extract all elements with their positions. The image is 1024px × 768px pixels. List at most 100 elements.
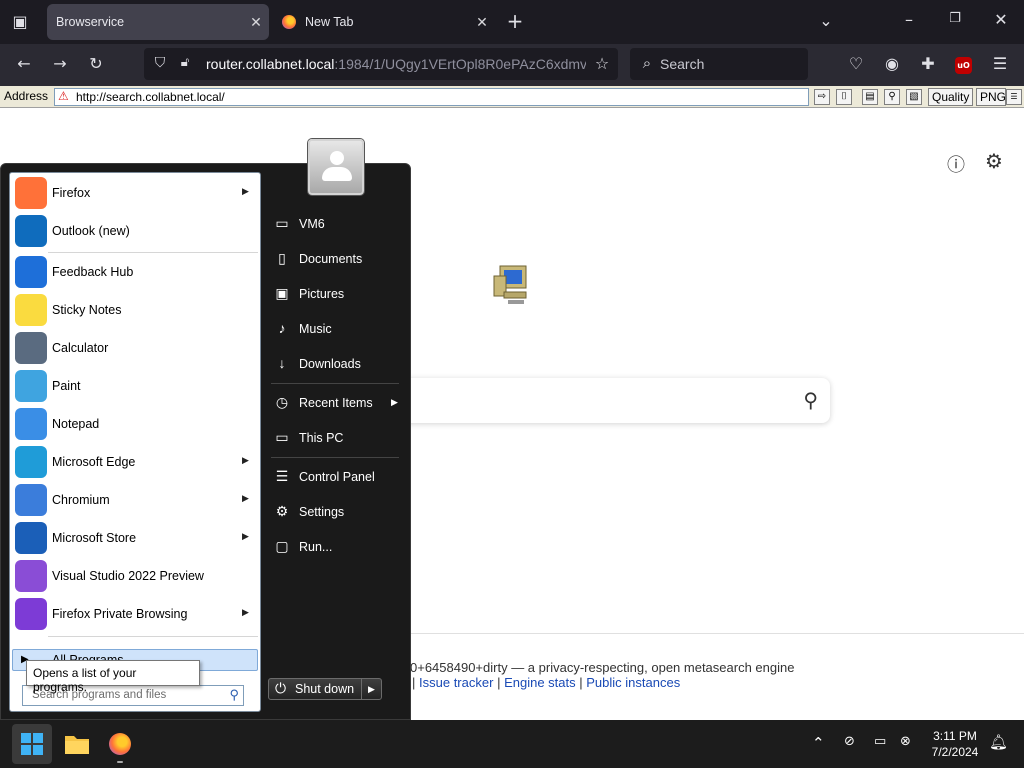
tab-list-icon[interactable]: ▣ <box>8 12 32 31</box>
extensions-icon[interactable]: ✚ <box>916 54 940 73</box>
settings-icon: ⚙ <box>275 503 289 519</box>
visual-studio-icon <box>15 560 47 592</box>
place-item[interactable]: ☰ Control Panel <box>269 463 404 491</box>
search-icon[interactable]: ⚲ <box>803 388 818 412</box>
account-icon[interactable]: ◉ <box>880 54 904 73</box>
user-avatar[interactable] <box>308 139 364 195</box>
search-input[interactable]: ⚲ <box>395 378 830 423</box>
submenu-arrow-icon[interactable]: ▶ <box>242 186 249 197</box>
format-select[interactable]: PNG <box>976 88 1006 106</box>
place-label: Run... <box>299 540 333 554</box>
program-label: Paint <box>52 379 81 393</box>
computer-logo-icon <box>492 262 532 308</box>
public-instances-link[interactable]: Public instances <box>586 675 680 690</box>
tab-label: Browservice <box>56 15 125 29</box>
submenu-arrow-icon[interactable]: ▶ <box>242 531 249 542</box>
star-icon[interactable]: ☆ <box>590 54 614 73</box>
display-icon[interactable]: ▭ <box>874 734 886 749</box>
tab-browservice[interactable]: Browservice ✕ <box>47 4 269 40</box>
program-item[interactable]: Feedback Hub <box>10 253 260 291</box>
bookmark-icon[interactable]: ⌷ <box>836 89 852 105</box>
documents-icon: ▯ <box>278 250 286 266</box>
place-item[interactable]: ↓ Downloads <box>269 350 404 378</box>
settings-gear-icon[interactable]: ⚙ <box>985 149 1003 173</box>
tab-overflow-icon[interactable]: ⌄ <box>814 11 838 30</box>
submenu-arrow-icon[interactable]: ▶ <box>242 455 249 466</box>
program-item[interactable]: Firefox Private Browsing ▶ <box>10 595 260 633</box>
place-item[interactable]: ▭ VM6 <box>269 210 404 238</box>
program-item[interactable]: Paint <box>10 367 260 405</box>
tray-overflow-icon[interactable]: ⌃ <box>812 734 825 752</box>
clipboard-icon[interactable]: ▤ <box>862 89 878 105</box>
footer-version: 0+6458490+dirty — a privacy-respecting, … <box>410 660 795 675</box>
shutdown-options-arrow-icon[interactable]: ▶ <box>361 679 381 699</box>
place-item[interactable]: ▢ Run... <box>269 533 404 561</box>
lock-icon[interactable]: 🔓︎ <box>176 55 194 70</box>
firefox-button[interactable] <box>100 724 140 764</box>
run-icon: ▢ <box>275 538 289 554</box>
find-icon[interactable]: ⚲ <box>884 89 900 105</box>
place-item[interactable]: ⚙ Settings <box>269 498 404 526</box>
paste-icon[interactable]: ▧ <box>906 89 922 105</box>
notification-bell-icon[interactable]: 🔔︎ <box>989 733 1008 751</box>
search-bar[interactable]: ⌕ Search <box>630 48 808 80</box>
place-item[interactable]: ▯ Documents <box>269 245 404 273</box>
submenu-arrow-icon[interactable]: ▶ <box>242 607 249 618</box>
close-icon[interactable]: ✕ <box>469 14 495 31</box>
network-off-icon[interactable]: ⊘ <box>844 734 855 749</box>
shield-icon[interactable]: ⛉ <box>150 55 170 71</box>
tab-label: New Tab <box>305 15 354 29</box>
restore-icon[interactable]: ❐ <box>943 11 967 26</box>
close-icon[interactable]: ✕ <box>243 14 269 31</box>
address-value: http://search.collabnet.local/ <box>76 90 225 104</box>
submenu-arrow-icon[interactable]: ▶ <box>391 397 398 408</box>
program-item[interactable]: Notepad <box>10 405 260 443</box>
footer-divider <box>410 633 1024 634</box>
clock[interactable]: 3:11 PM 7/2/2024 <box>920 728 990 760</box>
issue-tracker-link[interactable]: Issue tracker <box>419 675 493 690</box>
pocket-icon[interactable]: ♡ <box>844 54 868 73</box>
program-item[interactable]: Visual Studio 2022 Preview <box>10 557 260 595</box>
ublock-icon[interactable]: uO <box>955 57 972 74</box>
start-button[interactable] <box>12 724 52 764</box>
program-item[interactable]: Sticky Notes <box>10 291 260 329</box>
place-item[interactable]: ◷ Recent Items ▶ <box>269 389 404 417</box>
navigation-toolbar: ← → ↻ ⛉ 🔓︎ router.collabnet.local:1984/1… <box>0 44 1024 86</box>
forward-icon[interactable]: → <box>48 54 72 73</box>
program-item[interactable]: Calculator <box>10 329 260 367</box>
shutdown-button[interactable]: ⏻ Shut down ▶ <box>268 678 382 700</box>
folder-icon <box>65 736 89 754</box>
place-item[interactable]: ▭ This PC <box>269 424 404 452</box>
window-close-icon[interactable]: ✕ <box>989 10 1013 29</box>
search-icon: ⚲ <box>229 687 239 702</box>
url-bar[interactable]: ⛉ 🔓︎ router.collabnet.local:1984/1/UQgy1… <box>144 48 618 80</box>
submenu-arrow-icon[interactable]: ▶ <box>242 493 249 504</box>
info-icon[interactable]: ⓘ <box>947 151 965 177</box>
tab-new-tab[interactable]: New Tab ✕ <box>273 4 495 40</box>
clock-time: 3:11 PM <box>933 729 977 743</box>
address-label: Address <box>4 89 49 103</box>
reload-icon[interactable]: ↻ <box>84 54 108 73</box>
program-item[interactable]: Chromium ▶ <box>10 481 260 519</box>
quality-button[interactable]: Quality <box>928 88 974 106</box>
minimize-icon[interactable]: – <box>897 10 921 29</box>
place-item[interactable]: ▣ Pictures <box>269 280 404 308</box>
program-label: Firefox <box>52 186 91 200</box>
program-item[interactable]: Outlook (new) <box>10 212 260 250</box>
program-item[interactable]: Firefox ▶ <box>10 174 260 212</box>
engine-stats-link[interactable]: Engine stats <box>504 675 576 690</box>
search-icon: ⌕ <box>642 54 652 72</box>
address-field[interactable]: ⚠ http://search.collabnet.local/ <box>54 88 809 106</box>
go-icon[interactable]: ⇨ <box>814 89 830 105</box>
format-spinner-icon[interactable]: ☰ <box>1006 89 1022 105</box>
program-item[interactable]: Microsoft Store ▶ <box>10 519 260 557</box>
back-icon[interactable]: ← <box>12 54 36 73</box>
place-item[interactable]: ♪ Music <box>269 315 404 343</box>
program-label: Firefox Private Browsing <box>52 607 188 621</box>
place-label: Downloads <box>299 357 361 371</box>
volume-muted-icon[interactable]: ⊗ <box>900 734 911 749</box>
menu-icon[interactable]: ☰ <box>988 54 1012 73</box>
program-item[interactable]: Microsoft Edge ▶ <box>10 443 260 481</box>
new-tab-icon[interactable]: + <box>503 9 527 33</box>
file-explorer-button[interactable] <box>57 724 97 764</box>
